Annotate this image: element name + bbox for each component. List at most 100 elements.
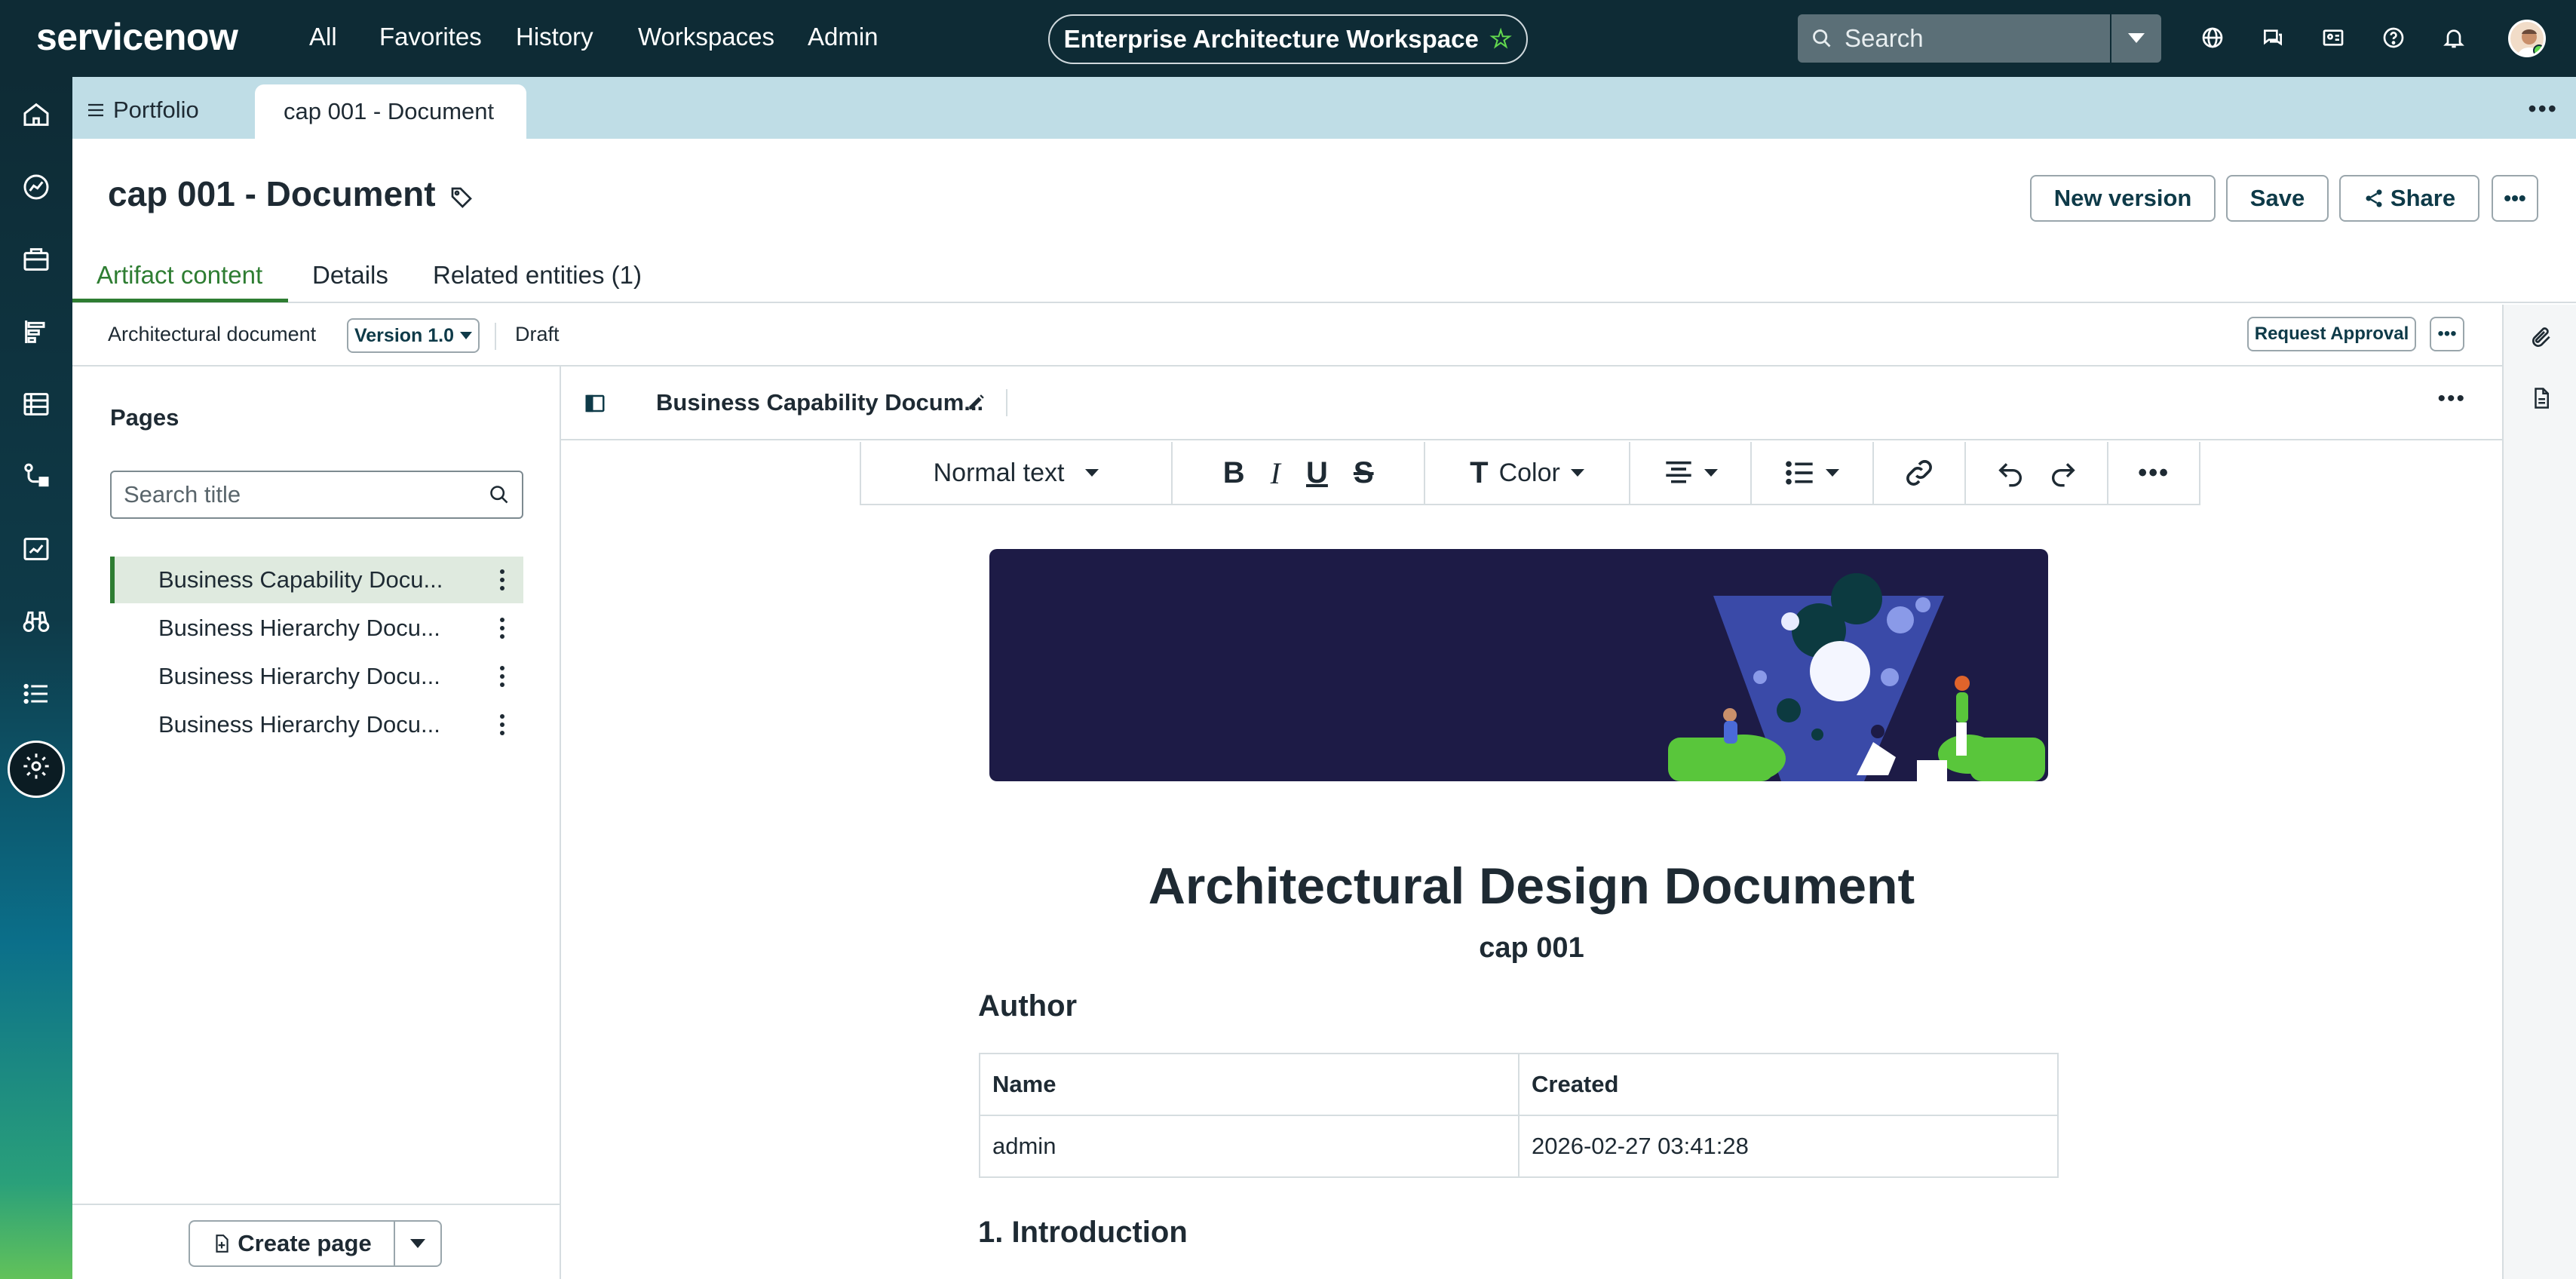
dashboard-icon[interactable] [20, 170, 53, 204]
tabstrip-more-icon[interactable]: ••• [2528, 95, 2558, 123]
nav-admin[interactable]: Admin [808, 23, 879, 51]
editor-more-icon[interactable]: ••• [2437, 386, 2466, 412]
divider [495, 323, 496, 350]
document-type: Architectural document [108, 323, 317, 345]
create-page-label: Create page [238, 1230, 372, 1256]
page-title: cap 001 - Document [108, 174, 436, 213]
caret-down-icon [410, 1239, 425, 1248]
process-flow-icon[interactable] [20, 460, 53, 493]
document-title: Architectural Design Document [1148, 857, 1915, 915]
bold-icon[interactable]: B [1223, 456, 1245, 490]
toolbar-more-button[interactable]: ••• [2108, 442, 2199, 504]
chat-icon[interactable] [2258, 23, 2288, 53]
kebab-menu-icon[interactable] [499, 713, 505, 736]
globe-icon[interactable] [2197, 23, 2228, 53]
pages-footer: Create page [72, 1204, 560, 1279]
meta-more-button[interactable]: ••• [2430, 317, 2464, 351]
create-page-dropdown[interactable] [394, 1220, 442, 1267]
italic-icon[interactable]: I [1271, 455, 1280, 491]
caret-down-icon [460, 332, 473, 339]
tab-artifact-content[interactable]: Artifact content [97, 261, 262, 290]
briefcase-icon[interactable] [20, 243, 53, 276]
page-item-label: Business Hierarchy Docu... [158, 663, 440, 689]
list-view-icon[interactable] [20, 388, 53, 421]
user-avatar[interactable] [2508, 20, 2546, 57]
workspace-switcher[interactable]: Enterprise Architecture Workspace ☆ [1048, 14, 1528, 64]
create-page-button[interactable]: Create page [189, 1220, 394, 1267]
nav-workspaces[interactable]: Workspaces [638, 23, 774, 51]
pencil-icon[interactable] [967, 392, 986, 412]
home-icon[interactable] [20, 98, 53, 131]
save-button[interactable]: Save [2226, 175, 2329, 222]
analytics-icon[interactable] [20, 532, 53, 566]
workspace-tab-strip: Portfolio cap 001 - Document ••• [72, 77, 2576, 139]
share-button[interactable]: Share [2339, 175, 2479, 222]
redo-icon[interactable] [2048, 458, 2078, 488]
page-item-label: Business Capability Docu... [158, 566, 443, 593]
servicenow-logo[interactable]: servicenow [36, 15, 238, 59]
star-icon[interactable]: ☆ [1489, 24, 1512, 54]
undo-icon[interactable] [1995, 458, 2026, 488]
roadmap-icon[interactable] [20, 315, 53, 348]
add-page-icon [212, 1233, 232, 1254]
text-color-icon: T [1470, 455, 1489, 489]
binoculars-icon[interactable] [20, 605, 53, 638]
caret-down-icon [1570, 469, 1584, 477]
strikethrough-icon[interactable]: S [1354, 456, 1374, 490]
list-icon[interactable] [20, 677, 53, 710]
share-label: Share [2390, 185, 2456, 211]
status-badge: Draft [515, 323, 560, 345]
alignment-dropdown[interactable] [1630, 442, 1753, 504]
search-scope-dropdown[interactable] [2111, 14, 2161, 63]
document-icon[interactable] [2526, 383, 2556, 413]
link-button[interactable] [1874, 442, 1966, 504]
global-search-input[interactable]: Search [1798, 14, 2110, 63]
bell-icon[interactable] [2439, 23, 2469, 53]
text-style-dropdown[interactable]: Normal text [861, 442, 1173, 504]
contact-card-icon[interactable] [2318, 23, 2348, 53]
more-actions-button[interactable]: ••• [2492, 175, 2538, 222]
table-cell-name: admin [979, 1115, 1520, 1178]
request-approval-button[interactable]: Request Approval [2247, 317, 2416, 351]
text-color-dropdown[interactable]: T Color [1425, 442, 1630, 504]
underline-icon[interactable]: U [1306, 456, 1328, 490]
new-version-button[interactable]: New version [2030, 175, 2216, 222]
document-banner-image [989, 549, 2048, 781]
tab-portfolio[interactable]: Portfolio [87, 87, 204, 133]
left-nav-rail [0, 77, 72, 1279]
page-item[interactable]: Business Hierarchy Docu... [110, 605, 523, 652]
align-center-icon [1664, 460, 1694, 486]
list-dropdown[interactable] [1752, 442, 1874, 504]
search-placeholder: Search [1845, 24, 1924, 52]
link-icon [1903, 456, 1936, 489]
search-icon [1811, 28, 1832, 49]
page-item-label: Business Hierarchy Docu... [158, 711, 440, 738]
kebab-menu-icon[interactable] [499, 569, 505, 591]
search-title-input[interactable]: Search title [110, 471, 523, 519]
version-label: Version 1.0 [354, 324, 455, 346]
document-subtitle: cap 001 [1479, 932, 1584, 964]
table-header-name: Name [979, 1053, 1520, 1116]
page-item[interactable]: Business Capability Docu... [110, 557, 523, 603]
nav-all[interactable]: All [309, 23, 337, 51]
tab-related-entities[interactable]: Related entities (1) [433, 261, 642, 290]
tab-details[interactable]: Details [312, 261, 388, 290]
help-icon[interactable] [2378, 23, 2409, 53]
sidebar-toggle-icon[interactable] [584, 392, 606, 415]
nav-favorites[interactable]: Favorites [379, 23, 482, 51]
nav-history[interactable]: History [516, 23, 593, 51]
tab-cap-001-document[interactable]: cap 001 - Document [255, 84, 526, 139]
pages-panel: Pages Search title Business Capability D… [72, 367, 561, 1279]
kebab-menu-icon[interactable] [499, 665, 505, 688]
version-dropdown[interactable]: Version 1.0 [347, 318, 480, 353]
settings-icon[interactable] [20, 750, 53, 783]
attachment-icon[interactable] [2526, 323, 2556, 353]
page-item[interactable]: Business Hierarchy Docu... [110, 653, 523, 700]
tag-icon[interactable] [449, 186, 474, 210]
kebab-menu-icon[interactable] [499, 617, 505, 640]
page-item[interactable]: Business Hierarchy Docu... [110, 701, 523, 748]
document-editor: Business Capability Docum... ••• Normal … [561, 367, 2502, 1279]
table-header-row: Name Created [979, 1053, 2059, 1116]
tab-doc-label: cap 001 - Document [284, 98, 495, 124]
logo-text-now: now [163, 16, 238, 58]
